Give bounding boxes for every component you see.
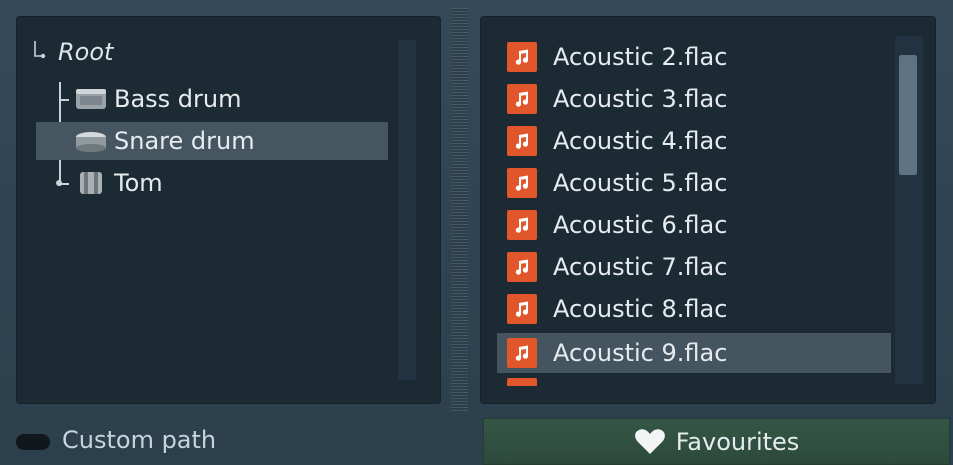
tom-drum-icon [80,172,102,194]
file-row-acoustic-8[interactable]: Acoustic 8.flac [497,289,891,329]
tree-item-tom[interactable]: Tom [36,164,388,202]
file-name: Acoustic 8.flac [553,295,728,323]
file-name: Acoustic 3.flac [553,85,728,113]
file-name: Acoustic 5.flac [553,169,728,197]
file-list-scrollbar-thumb[interactable] [899,55,917,175]
browser-window: Root Bass drum Snare drum Tom Acoustic 2… [0,0,953,465]
file-name: Acoustic 7.flac [553,253,728,281]
tree-item-snare-drum[interactable]: Snare drum [36,122,388,160]
tree-item-label: Snare drum [114,127,255,155]
file-row-acoustic-3[interactable]: Acoustic 3.flac [497,79,891,119]
custom-path-label[interactable]: Custom path [62,426,216,454]
heart-icon [634,428,665,454]
music-note-icon [507,168,537,198]
snare-drum-icon [76,132,106,152]
favourites-button[interactable]: Favourites [483,418,950,465]
file-name: Acoustic 2.flac [553,43,728,71]
music-note-icon [507,42,537,72]
tree-item-label: Tom [114,169,163,197]
folder-tree-scrollbar[interactable] [398,40,416,380]
file-name: Acoustic 6.flac [553,211,728,239]
folder-tree-panel [16,16,441,404]
music-note-icon-partial [507,378,537,386]
tree-item-bass-drum[interactable]: Bass drum [36,80,388,118]
panel-splitter-handle[interactable] [451,8,468,412]
file-name: Acoustic 4.flac [553,127,728,155]
music-note-icon [507,210,537,240]
music-note-icon [507,84,537,114]
file-name: Acoustic 9.flac [553,339,728,367]
favourites-label: Favourites [675,427,800,456]
music-note-icon [507,294,537,324]
file-row-acoustic-6[interactable]: Acoustic 6.flac [497,205,891,245]
root-expand-icon[interactable] [32,40,46,62]
music-note-icon [507,338,537,368]
tree-node-dot-icon [56,180,62,186]
file-row-acoustic-5[interactable]: Acoustic 5.flac [497,163,891,203]
bass-drum-icon [76,89,106,109]
file-row-acoustic-9[interactable]: Acoustic 9.flac [497,333,891,373]
music-note-icon [507,252,537,282]
file-row-acoustic-7[interactable]: Acoustic 7.flac [497,247,891,287]
tree-root-label[interactable]: Root [58,38,113,66]
music-note-icon [507,126,537,156]
tree-item-label: Bass drum [114,85,242,113]
custom-path-toggle[interactable] [16,434,50,450]
file-row-acoustic-4[interactable]: Acoustic 4.flac [497,121,891,161]
file-row-acoustic-2[interactable]: Acoustic 2.flac [497,37,891,77]
